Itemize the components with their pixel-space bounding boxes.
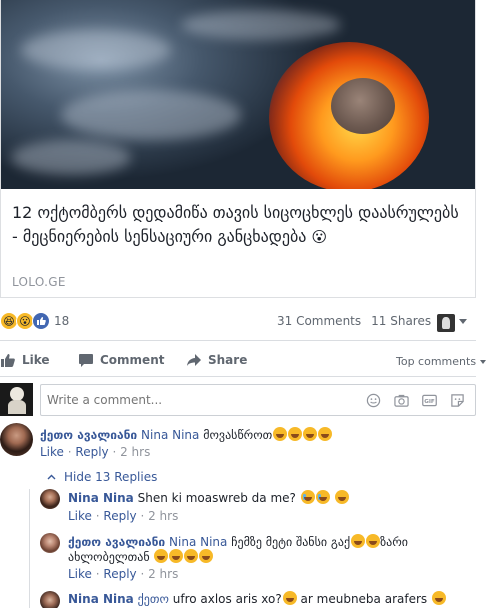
surprised-emoji-icon: 😮 — [311, 228, 328, 246]
reactions-summary[interactable]: 😆 😮 18 — [0, 311, 69, 331]
sticker-icon[interactable] — [449, 393, 466, 408]
laughing-emoji-icon — [184, 549, 199, 563]
reply-text: ჩემზე მეტი შანსი გაქ — [231, 535, 351, 549]
reply-text: ufro axlos aris xo? — [172, 592, 282, 606]
chevron-up-icon — [47, 474, 56, 480]
reply-thread-line — [29, 489, 30, 608]
laughing-emoji-icon — [431, 591, 446, 605]
laughing-emoji-icon — [366, 534, 381, 548]
share-arrow-icon — [187, 354, 201, 366]
reply-text-continued: ar meubneba arafers — [300, 592, 428, 606]
reply-timestamp[interactable]: 2 hrs — [148, 567, 178, 581]
laughing-emoji-icon — [199, 549, 214, 563]
engagement-counts: 31 Comments 11 Shares — [277, 314, 431, 328]
hide-replies-label: Hide 13 Replies — [64, 470, 158, 484]
comment-body: ქეთო ავალიანი Nina Nina მოვასწროთ — [40, 427, 333, 443]
comment-label: Comment — [100, 353, 165, 367]
comment-sort-dropdown[interactable]: Top comments — [396, 355, 487, 368]
reply-timestamp[interactable]: 2 hrs — [148, 509, 178, 523]
link-preview-image[interactable] — [1, 0, 475, 189]
like-reaction-icon — [32, 312, 50, 330]
shares-count[interactable]: 11 Shares — [371, 314, 431, 328]
laughing-emoji-icon — [288, 427, 303, 441]
comment-like-link[interactable]: Like — [40, 445, 64, 459]
reply-body-line2: ახლობელთან — [68, 549, 214, 565]
camera-icon[interactable] — [393, 393, 410, 408]
crying-laughing-emoji-icon — [300, 490, 315, 504]
gif-icon[interactable]: GIF — [421, 393, 438, 408]
facebook-post: 12 ოქტომბერს დედამიწა თავის სიცოცხლეს და… — [0, 0, 491, 608]
laughing-emoji-icon — [282, 591, 297, 605]
chevron-down-icon[interactable] — [459, 319, 467, 324]
reaction-count[interactable]: 18 — [54, 314, 69, 328]
smiley-icon[interactable] — [365, 393, 382, 408]
reply-author[interactable]: Nina Nina — [68, 491, 134, 505]
reply-meta: Like · Reply · 2 hrs — [68, 567, 179, 581]
hide-replies-toggle[interactable]: Hide 13 Replies — [47, 470, 157, 484]
svg-text:GIF: GIF — [424, 399, 435, 405]
comment-input[interactable] — [47, 393, 347, 407]
reply-author[interactable]: Nina Nina — [68, 592, 134, 606]
comment-bubble-icon — [79, 354, 93, 367]
comment-reply-link[interactable]: Reply — [75, 445, 108, 459]
caret-down-icon — [480, 359, 487, 364]
divider — [0, 340, 476, 341]
like-label: Like — [22, 353, 50, 367]
thumbs-up-icon — [1, 354, 15, 367]
reply-like-link[interactable]: Like — [68, 567, 92, 581]
comment-timestamp[interactable]: 2 hrs — [120, 445, 150, 459]
link-title[interactable]: 12 ოქტომბერს დედამიწა თავის სიცოცხლეს და… — [12, 201, 464, 249]
laughing-emoji-icon — [318, 427, 333, 441]
reply-mention[interactable]: ქეთო — [138, 592, 169, 606]
reply-avatar[interactable] — [40, 591, 60, 608]
reply-avatar[interactable] — [40, 489, 60, 509]
like-button[interactable]: Like — [0, 348, 50, 372]
laughing-emoji-icon — [273, 427, 288, 441]
comment-composer[interactable]: GIF — [40, 384, 476, 416]
comment-mention[interactable]: Nina Nina — [141, 428, 199, 442]
reply-reply-link[interactable]: Reply — [103, 509, 136, 523]
comment-button[interactable]: Comment — [78, 348, 164, 372]
link-title-text[interactable]: 12 ოქტომბერს დედამიწა თავის სიცოცხლეს და… — [12, 203, 459, 246]
reply-text: Shen ki moaswreb da me? — [137, 491, 296, 505]
reply-avatar[interactable] — [40, 533, 60, 553]
reply-text-continued: ზარი — [380, 535, 408, 549]
comment-meta: Like · Reply · 2 hrs — [40, 445, 151, 459]
link-preview-card[interactable]: 12 ოქტომბერს დედამიწა თავის სიცოცხლეს და… — [0, 0, 476, 298]
reply-body: Nina Nina Shen ki moaswreb da me? — [68, 490, 349, 506]
link-domain: LOLO.GE — [12, 275, 66, 289]
reply-meta: Like · Reply · 2 hrs — [68, 509, 179, 523]
laughing-emoji-icon — [351, 534, 366, 548]
laughing-emoji-icon — [334, 490, 349, 504]
comment-author[interactable]: ქეთო ავალიანი — [40, 428, 137, 442]
reply-text-line2: ახლობელთან — [68, 550, 150, 564]
crying-laughing-emoji-icon — [315, 490, 330, 504]
page-avatar[interactable] — [437, 314, 455, 332]
reply-like-link[interactable]: Like — [68, 509, 92, 523]
laughing-emoji-icon — [154, 549, 169, 563]
reply-body: ქეთო ავალიანი Nina Nina ჩემზე მეტი შანსი… — [68, 534, 408, 550]
reply-body: Nina Nina ქეთო ufro axlos aris xo? ar me… — [68, 591, 446, 607]
laughing-emoji-icon — [169, 549, 184, 563]
current-user-avatar — [0, 383, 33, 416]
share-button[interactable]: Share — [186, 348, 247, 372]
meteor-rock — [331, 78, 395, 134]
sort-label: Top comments — [396, 355, 477, 368]
comment-text: მოვასწროთ — [203, 428, 273, 442]
laughing-emoji-icon — [303, 427, 318, 441]
reply-author[interactable]: ქეთო ავალიანი — [68, 535, 165, 549]
reply-mention[interactable]: Nina Nina — [169, 535, 227, 549]
reply-reply-link[interactable]: Reply — [103, 567, 136, 581]
comments-count[interactable]: 31 Comments — [277, 314, 361, 328]
commenter-avatar[interactable] — [0, 423, 33, 456]
share-label: Share — [208, 353, 248, 367]
divider — [0, 376, 476, 377]
